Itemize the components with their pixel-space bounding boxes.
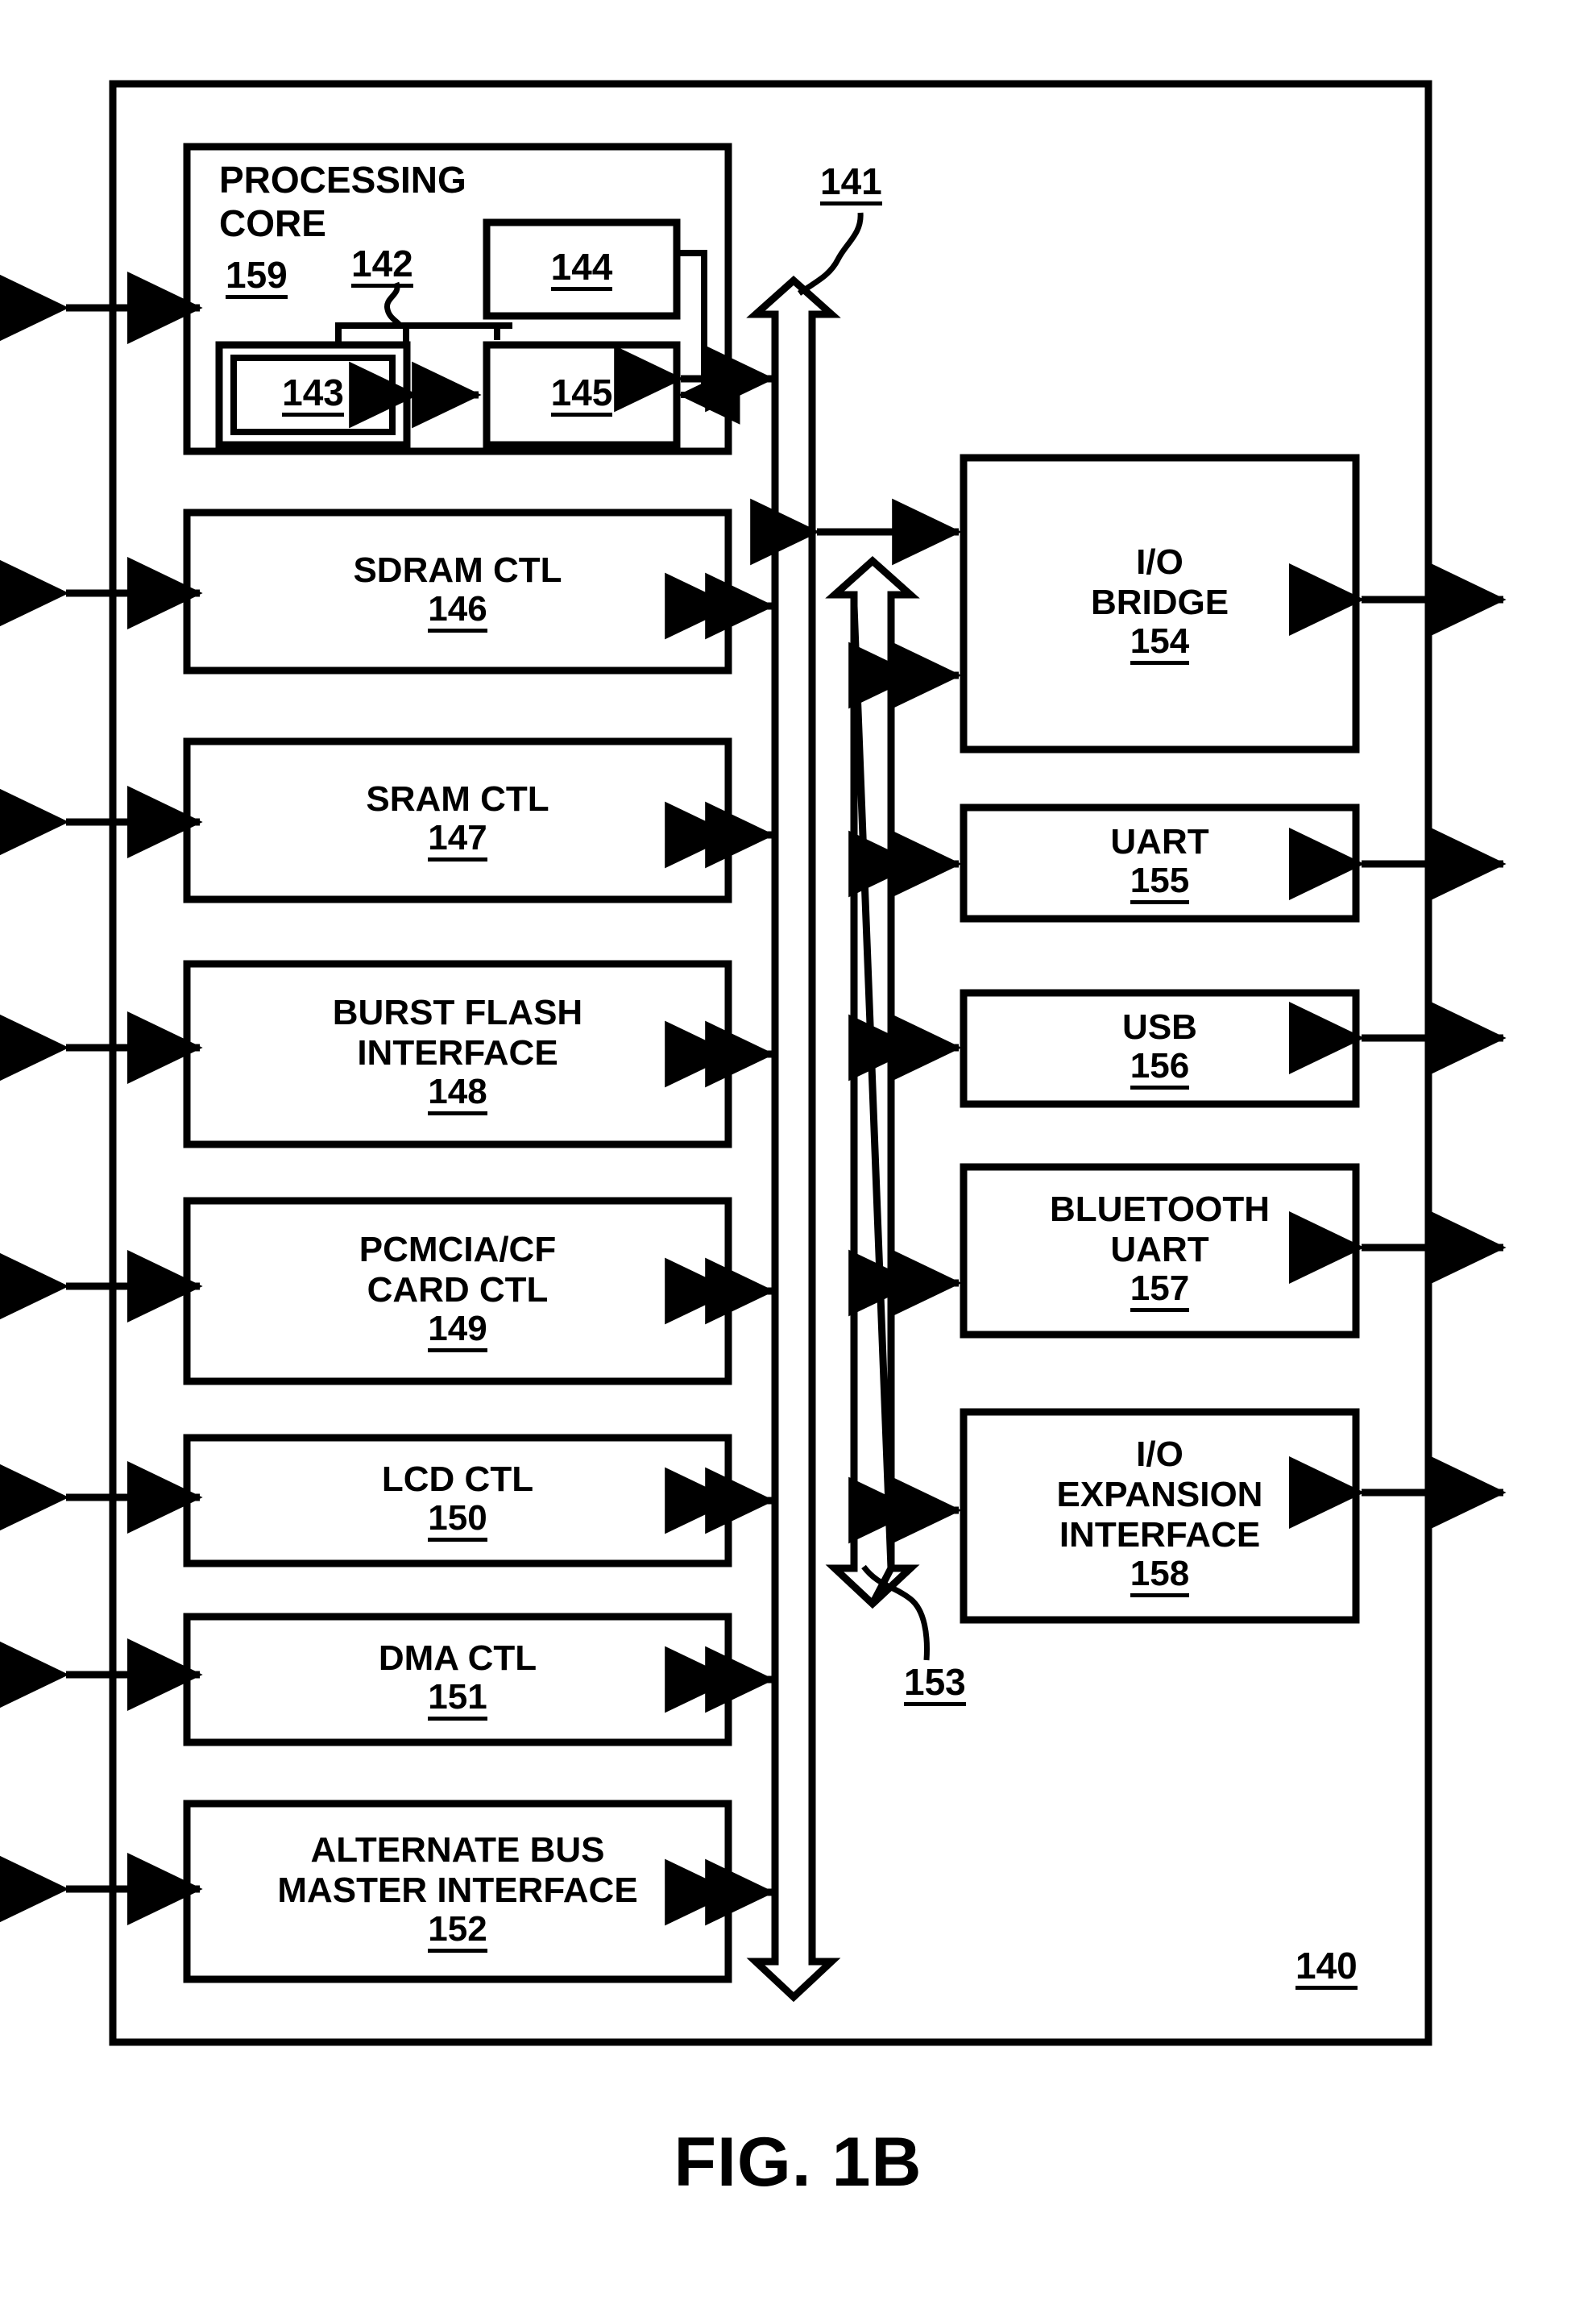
figure-caption: FIG. 1B (674, 2124, 922, 2201)
ref-142: 142 (351, 242, 413, 289)
block-158 (960, 1408, 1360, 1624)
block-155 (960, 803, 1360, 923)
block-150 (183, 1434, 732, 1567)
processing-core-title-line2: CORE (219, 202, 326, 245)
block-145 (483, 341, 681, 449)
leader-142 (384, 281, 403, 328)
block-156 (960, 989, 1360, 1108)
block-154 (960, 454, 1360, 754)
block-146 (183, 509, 732, 675)
block-152 (183, 1800, 732, 1983)
block-151 (183, 1613, 732, 1746)
ref-141: 141 (820, 160, 882, 206)
block-157 (960, 1163, 1360, 1339)
ref-159: 159 (226, 253, 288, 300)
block-143-inner (230, 355, 396, 435)
block-149 (183, 1197, 732, 1385)
wire-144-to-145 (677, 250, 740, 425)
ref-140: 140 (1295, 1944, 1358, 1991)
block-147 (183, 737, 732, 903)
processing-core-title: PROCESSING CORE (219, 158, 558, 246)
ref-153: 153 (904, 1660, 966, 1707)
block-148 (183, 960, 732, 1148)
main-bus-141 (746, 275, 841, 2003)
processing-core-title-line1: PROCESSING (219, 159, 466, 201)
io-bus-153 (825, 555, 920, 1607)
leader-141 (797, 212, 864, 296)
figure-canvas: PROCESSING CORE 159 142 143 144 145 141 … (0, 0, 1596, 2321)
